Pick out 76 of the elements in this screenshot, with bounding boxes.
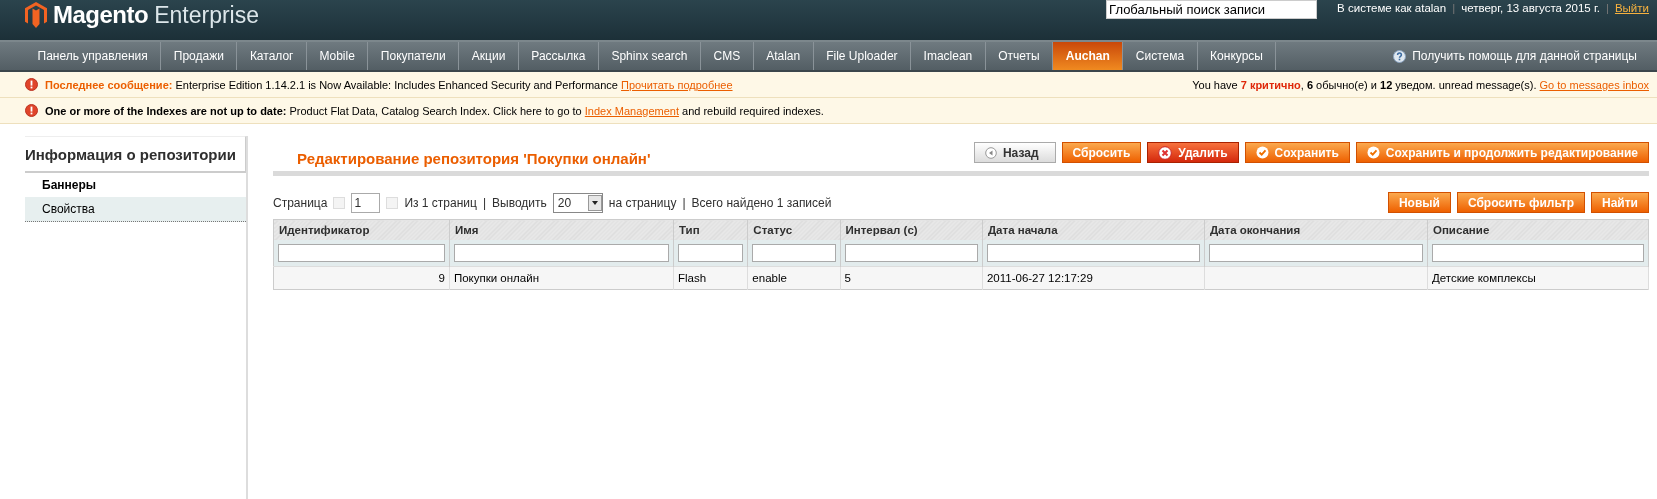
- nav-tab[interactable]: Mobile: [307, 42, 369, 70]
- separator: |: [1452, 2, 1456, 14]
- logout-link[interactable]: Выйти: [1614, 2, 1649, 14]
- inbox-link[interactable]: Go to messages inbox: [1539, 78, 1649, 91]
- separator: |: [482, 195, 487, 210]
- delete-button[interactable]: Удалить: [1147, 142, 1239, 163]
- help-link[interactable]: Получить помощь для данной страницы: [1412, 49, 1637, 63]
- filter-field[interactable]: [844, 244, 978, 262]
- table-cell: Детские комплексы: [1431, 272, 1536, 284]
- column-header[interactable]: Дата окончания: [1204, 219, 1428, 240]
- help-icon: [1393, 49, 1407, 63]
- nav-tab[interactable]: Покупатели: [368, 42, 460, 70]
- nav-tab[interactable]: Конкурсы: [1197, 42, 1277, 70]
- logo-subtitle: Enterprise: [154, 1, 259, 29]
- check-icon: [1255, 146, 1269, 159]
- back-button[interactable]: Назад: [973, 142, 1056, 163]
- column-header[interactable]: Тип: [673, 219, 748, 240]
- message-text: Последнее сообщение: Enterprise Edition 1.14.2.1 is Now Available: Includes Enhanced Security and Performance Прочитать подробнее: [45, 78, 733, 91]
- nav-tab[interactable]: CMS: [701, 42, 754, 70]
- filter-field[interactable]: [1208, 244, 1423, 262]
- filter-field[interactable]: [678, 244, 744, 262]
- filter-field[interactable]: [1431, 244, 1644, 262]
- nav-tab[interactable]: Auchan: [1053, 42, 1124, 70]
- back-icon: [984, 146, 997, 159]
- per-page-label: Выводить: [492, 195, 547, 210]
- nav-tab[interactable]: Рассылка: [518, 42, 599, 70]
- sidebar-tab[interactable]: Свойства: [25, 197, 246, 222]
- user-label: В системе как atalan: [1337, 2, 1447, 14]
- separator: |: [1605, 2, 1609, 14]
- search-field[interactable]: Глобальный поиск записи: [1106, 0, 1318, 19]
- filter-field[interactable]: [278, 244, 445, 262]
- filter-field[interactable]: [752, 244, 836, 262]
- table-cell: 5: [844, 272, 851, 284]
- nav-tab[interactable]: Система: [1123, 42, 1198, 70]
- table-cell: 2011-06-27 12:17:29: [986, 272, 1093, 284]
- filter-field[interactable]: [453, 244, 669, 262]
- logo-icon: [25, 2, 47, 28]
- message-summary: You have 7 критично, 6 обычно(е) и 12 уведом. unread message(s). Go to messages inbox: [1192, 78, 1649, 91]
- nav-tab[interactable]: Панель управления: [25, 42, 162, 70]
- pager-label: Страница: [273, 195, 328, 210]
- alert-icon: [25, 104, 38, 117]
- column-header[interactable]: Идентификатор: [273, 219, 450, 240]
- logo-text: Magento: [53, 1, 149, 29]
- message-link[interactable]: Прочитать подробнее: [621, 78, 733, 91]
- nav-tab[interactable]: File Uploader: [813, 42, 912, 70]
- filter-field[interactable]: [986, 244, 1200, 262]
- nav-tab[interactable]: Акции: [459, 42, 519, 70]
- previous-page-button[interactable]: [333, 196, 346, 209]
- nav-tab[interactable]: Atalan: [753, 42, 814, 70]
- table-cell: Покупки онлайн: [453, 272, 539, 284]
- nav-tab[interactable]: Каталог: [237, 42, 307, 70]
- total-count: Всего найдено 1 записей: [691, 195, 832, 210]
- table-cell: 9: [438, 272, 445, 284]
- column-header[interactable]: Статус: [747, 219, 840, 240]
- per-page-label: на страницу: [608, 195, 677, 210]
- nav-tab[interactable]: Imaclean: [911, 42, 986, 70]
- close-icon: [1158, 145, 1173, 160]
- page-field[interactable]: 1: [351, 192, 381, 213]
- next-page-button[interactable]: [386, 196, 399, 209]
- message-text: One or more of the Indexes are not up to date: Product Flat Data, Catalog Search Index. Click here to go to Index Management and rebuild required indexes.: [45, 104, 824, 117]
- check-icon: [1366, 146, 1380, 159]
- table-cell: enable: [752, 272, 787, 284]
- page-count: Из 1 страниц: [404, 195, 477, 210]
- page-title: Редактирование репозитория 'Покупки онлайн': [296, 149, 652, 167]
- table-cell: Flash: [678, 272, 707, 284]
- column-header[interactable]: Имя: [449, 219, 674, 240]
- alert-icon: [25, 78, 38, 91]
- nav-tab[interactable]: Продажи: [161, 42, 238, 70]
- column-header[interactable]: Дата начала: [982, 219, 1205, 240]
- nav-tab[interactable]: Sphinx search: [598, 42, 701, 70]
- per-page-select[interactable]: 20: [552, 192, 603, 213]
- separator: |: [682, 195, 686, 210]
- date-label: четверг, 13 августа 2015 г.: [1461, 2, 1600, 14]
- column-header[interactable]: Описание: [1427, 219, 1649, 240]
- column-header[interactable]: Интервал (c): [840, 219, 983, 240]
- message-link[interactable]: Index Management: [584, 104, 679, 117]
